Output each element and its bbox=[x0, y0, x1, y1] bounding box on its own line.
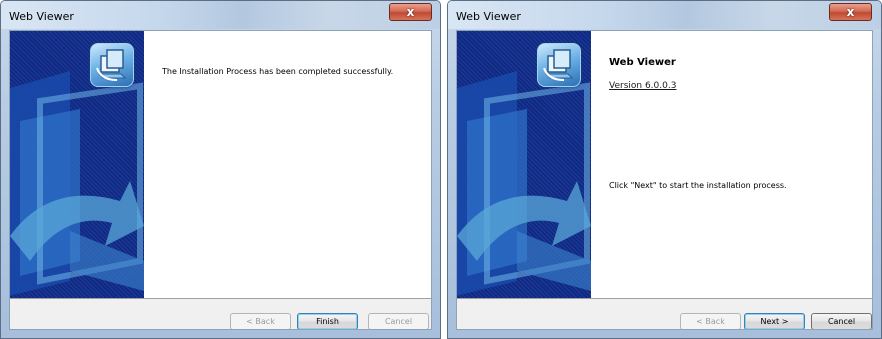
dialog-footer: < Back Next > Cancel bbox=[457, 298, 872, 329]
installer-logo-icon bbox=[90, 43, 134, 87]
title-bar[interactable]: Web Viewer x bbox=[1, 1, 440, 29]
product-name: Web Viewer bbox=[609, 57, 676, 68]
cancel-button[interactable]: Cancel bbox=[811, 313, 872, 329]
window-title: Web Viewer bbox=[9, 10, 74, 23]
cancel-button[interactable]: Cancel bbox=[368, 313, 429, 329]
dialog-content: The Installation Process has been comple… bbox=[144, 31, 431, 298]
back-button[interactable]: < Back bbox=[680, 313, 741, 329]
title-bar[interactable]: Web Viewer x bbox=[448, 1, 881, 29]
dialog-client: Web Viewer Version 6.0.0.3 Click "Next" … bbox=[456, 30, 873, 330]
close-button[interactable]: x bbox=[829, 3, 872, 21]
installer-banner bbox=[10, 31, 144, 298]
dialog-footer: < Back Finish Cancel bbox=[10, 298, 431, 329]
close-icon: x bbox=[406, 5, 415, 19]
close-icon: x bbox=[846, 5, 855, 19]
dialog-client: The Installation Process has been comple… bbox=[9, 30, 432, 330]
back-button[interactable]: < Back bbox=[230, 313, 291, 329]
completion-message: The Installation Process has been comple… bbox=[162, 67, 394, 76]
installer-banner bbox=[457, 31, 591, 298]
next-button[interactable]: Next > bbox=[744, 313, 805, 329]
installer-logo-icon bbox=[537, 43, 581, 87]
finish-button[interactable]: Finish bbox=[297, 313, 358, 329]
version-link[interactable]: Version 6.0.0.3 bbox=[609, 81, 676, 91]
window-title: Web Viewer bbox=[456, 10, 521, 23]
installer-window-finish: Web Viewer x The Installation Process ha… bbox=[0, 0, 441, 339]
close-button[interactable]: x bbox=[389, 3, 432, 21]
installer-window-welcome: Web Viewer x Web Viewer Version 6.0.0.3 … bbox=[447, 0, 882, 339]
dialog-content: Web Viewer Version 6.0.0.3 Click "Next" … bbox=[591, 31, 872, 298]
instruction-message: Click "Next" to start the installation p… bbox=[609, 181, 787, 190]
